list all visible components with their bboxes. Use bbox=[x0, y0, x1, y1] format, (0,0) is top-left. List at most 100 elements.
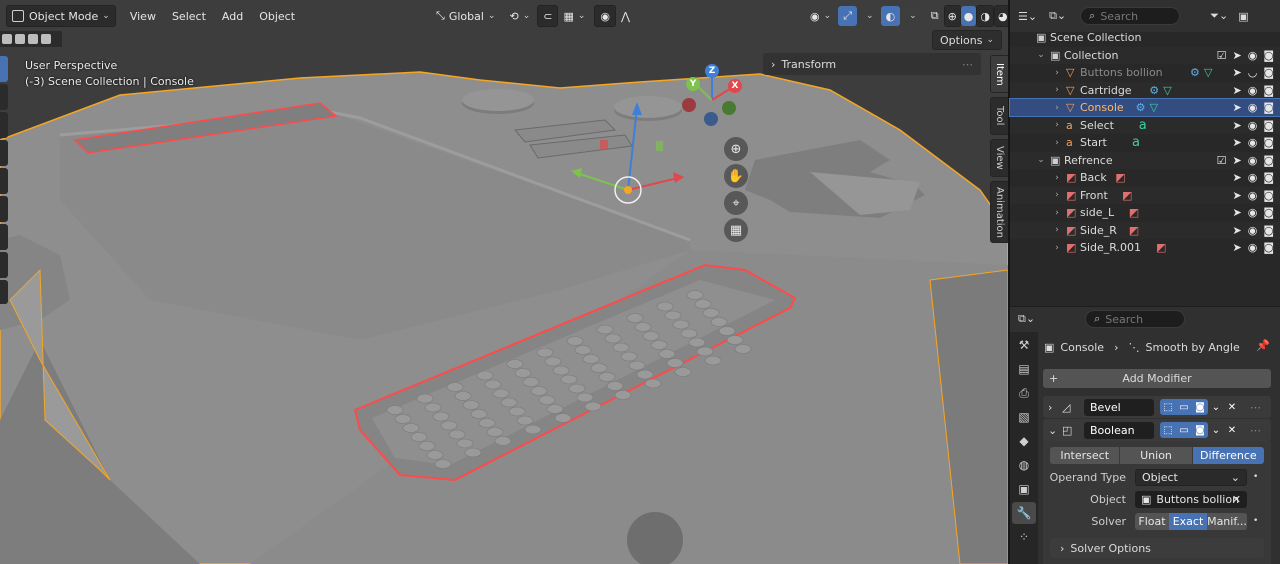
pin-icon[interactable]: 📌 bbox=[1256, 339, 1270, 352]
tab-view[interactable]: View bbox=[990, 139, 1008, 177]
select-arrow-icon[interactable]: ➤ bbox=[1232, 84, 1241, 97]
eye-icon[interactable]: ◉ bbox=[1248, 119, 1258, 132]
outliner-row[interactable]: › ▽ Buttons bollion ⚙ ▽ ➤ ◡ ◙ bbox=[1010, 64, 1280, 81]
gizmo-toggle[interactable]: ⤢ bbox=[838, 6, 858, 26]
render-camera-icon[interactable]: ◙ bbox=[1192, 422, 1208, 438]
checkbox-icon[interactable]: ☑ bbox=[1217, 154, 1227, 167]
tab-item[interactable]: Item bbox=[990, 55, 1008, 93]
camera-icon[interactable]: ◙ bbox=[1263, 101, 1274, 114]
pan-hand-icon[interactable]: ✋ bbox=[724, 164, 748, 188]
drag-handle-icon[interactable]: ⋯ bbox=[962, 58, 973, 71]
drag-handle-icon[interactable]: ⋯ bbox=[1250, 424, 1261, 437]
image-data-icon[interactable]: ◩ bbox=[1122, 189, 1132, 202]
editor-type-icon[interactable]: ⧉⌄ bbox=[1018, 312, 1035, 326]
outliner-row[interactable]: › ◩ Front ◩ ➤ ◉ ◙ bbox=[1010, 186, 1280, 204]
axis-x[interactable]: X bbox=[728, 79, 742, 93]
world-tab-icon[interactable]: ◍ bbox=[1012, 454, 1036, 476]
chevron-icon[interactable]: › bbox=[1052, 190, 1062, 200]
operation-intersect[interactable]: Intersect bbox=[1050, 447, 1120, 464]
camera-icon[interactable]: ◙ bbox=[1263, 224, 1274, 237]
chevron-icon[interactable]: › bbox=[1052, 138, 1062, 148]
xray-toggle[interactable]: ⧉ bbox=[926, 6, 944, 26]
menu-add[interactable]: Add bbox=[214, 6, 251, 26]
operand-type-select[interactable]: Object ⌄ bbox=[1135, 469, 1247, 486]
overlays-toggle[interactable]: ◐ bbox=[880, 6, 901, 26]
camera-icon[interactable]: ◙ bbox=[1263, 84, 1274, 97]
display-mode-icon[interactable]: ⧉⌄ bbox=[1049, 9, 1066, 23]
tool-scale[interactable] bbox=[0, 168, 8, 194]
tool-add[interactable] bbox=[0, 280, 8, 304]
transform-panel-header[interactable]: › Transform ⋯ bbox=[763, 53, 981, 75]
checkbox-icon[interactable]: ☑ bbox=[1217, 49, 1227, 62]
text-data-icon[interactable]: a bbox=[1132, 135, 1140, 150]
eye-icon[interactable]: ◉ bbox=[1248, 154, 1258, 167]
chevron-icon[interactable]: › bbox=[1052, 103, 1062, 113]
eye-icon[interactable]: ◉ bbox=[1248, 224, 1258, 237]
chevron-icon[interactable]: › bbox=[1052, 68, 1062, 78]
eye-icon[interactable]: ◉ bbox=[1248, 171, 1258, 184]
camera-icon[interactable]: ◙ bbox=[1263, 49, 1274, 62]
camera-icon[interactable]: ◙ bbox=[1263, 136, 1274, 149]
modifier-wrench-icon[interactable]: ⚙ bbox=[1190, 66, 1200, 79]
chevron-icon[interactable]: ⌄ bbox=[1036, 50, 1046, 60]
outliner-row[interactable]: › a Start a ➤ ◉ ◙ bbox=[1010, 134, 1280, 151]
mesh-data-icon[interactable]: ▽ bbox=[1150, 101, 1158, 114]
select-arrow-icon[interactable]: ➤ bbox=[1232, 66, 1241, 79]
viewport-display-icon[interactable]: ▭ bbox=[1176, 399, 1192, 415]
shading-material[interactable]: ◑ bbox=[976, 5, 995, 27]
solver-float[interactable]: Float bbox=[1135, 513, 1169, 530]
editmode-icon[interactable]: ⬚ bbox=[1160, 422, 1176, 438]
zoom-icon[interactable]: ⊕ bbox=[724, 137, 748, 161]
select-arrow-icon[interactable]: ➤ bbox=[1232, 171, 1241, 184]
modifier-bevel[interactable]: › ◿ Bevel ⬚ ▭ ◙ ⌄ ✕ ⋯ bbox=[1043, 396, 1271, 418]
grid-perspective-icon[interactable]: ▦ bbox=[724, 218, 748, 242]
outliner-row[interactable]: › ▽ Cartridge ⚙ ▽ ➤ ◉ ◙ bbox=[1010, 81, 1280, 99]
select-arrow-icon[interactable]: ➤ bbox=[1232, 189, 1241, 202]
mode-selector[interactable]: Object Mode ⌄ bbox=[6, 5, 116, 27]
snap-target-button[interactable]: ▦ ⌄ bbox=[558, 6, 590, 26]
tool-measure[interactable] bbox=[0, 252, 8, 278]
image-data-icon[interactable]: ◩ bbox=[1115, 171, 1125, 184]
modifier-wrench-icon[interactable]: ⚙ bbox=[1149, 84, 1159, 97]
outliner-row[interactable]: ⌄ ▣ Refrence ☑ ➤ ◉ ◙ bbox=[1010, 151, 1280, 169]
camera-icon[interactable]: ⌖ bbox=[724, 191, 748, 215]
camera-icon[interactable]: ◙ bbox=[1263, 66, 1274, 79]
filter-icon[interactable]: ⏷⌄ bbox=[1210, 9, 1228, 23]
outliner-row[interactable]: ⌄ ▣ Collection ☑ ➤ ◉ ◙ bbox=[1010, 46, 1280, 64]
falloff-button[interactable]: ⋀ bbox=[616, 6, 635, 26]
outliner-row[interactable]: › ◩ Side_R.001 ◩ ➤ ◉ ◙ bbox=[1010, 239, 1280, 256]
image-data-icon[interactable]: ◩ bbox=[1129, 224, 1139, 237]
outliner-row[interactable]: › ◩ Back ◩ ➤ ◉ ◙ bbox=[1010, 169, 1280, 186]
particles-tab-icon[interactable]: ⁘ bbox=[1012, 526, 1036, 548]
snap-toggle[interactable]: ⊂ bbox=[537, 5, 559, 27]
keyframe-dot-icon[interactable]: • bbox=[1253, 472, 1258, 482]
object-tab-icon[interactable]: ▣ bbox=[1012, 478, 1036, 500]
select-subtract-icon[interactable] bbox=[28, 34, 38, 44]
chevron-icon[interactable]: › bbox=[1052, 85, 1062, 95]
tool-annotate[interactable] bbox=[0, 224, 8, 250]
axis-y[interactable]: Y bbox=[686, 77, 700, 91]
chevron-icon[interactable]: › bbox=[1052, 225, 1062, 235]
output-tab-icon[interactable]: ⎙ bbox=[1012, 382, 1036, 404]
camera-icon[interactable]: ◙ bbox=[1263, 154, 1274, 167]
axis-neg-z[interactable] bbox=[704, 112, 718, 126]
menu-select[interactable]: Select bbox=[164, 6, 214, 26]
select-arrow-icon[interactable]: ➤ bbox=[1232, 224, 1241, 237]
select-extend-icon[interactable] bbox=[15, 34, 25, 44]
camera-icon[interactable]: ◙ bbox=[1263, 171, 1274, 184]
drag-handle-icon[interactable]: ⋯ bbox=[1250, 401, 1261, 414]
render-camera-icon[interactable]: ◙ bbox=[1192, 399, 1208, 415]
chevron-right-icon[interactable]: › bbox=[1048, 401, 1058, 414]
shading-wireframe[interactable]: ⊕ bbox=[943, 5, 961, 27]
select-arrow-icon[interactable]: ➤ bbox=[1232, 49, 1241, 62]
overlays-menu[interactable]: ⌄ bbox=[900, 6, 922, 26]
3d-viewport[interactable]: Object Mode ⌄ View Select Add Object ⤡ G… bbox=[0, 0, 1008, 564]
axis-neg-x[interactable] bbox=[682, 98, 696, 112]
solver-exact[interactable]: Exact bbox=[1169, 513, 1207, 530]
solver-options-subpanel[interactable]: › Solver Options bbox=[1050, 538, 1264, 558]
outliner-search[interactable]: ⌕ Search bbox=[1080, 7, 1181, 25]
tool-move[interactable] bbox=[0, 112, 8, 138]
camera-icon[interactable]: ◙ bbox=[1263, 119, 1274, 132]
select-arrow-icon[interactable]: ➤ bbox=[1232, 101, 1241, 114]
chevron-down-icon[interactable]: ⌄ bbox=[1208, 422, 1224, 438]
